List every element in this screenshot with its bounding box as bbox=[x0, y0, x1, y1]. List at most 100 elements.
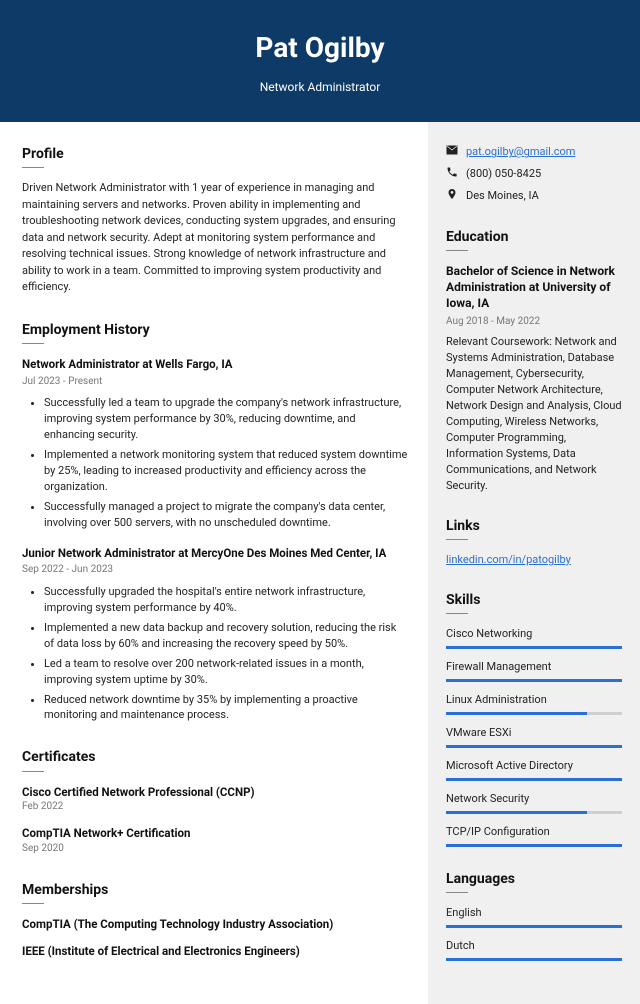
certificate-date: Sep 2020 bbox=[22, 842, 408, 857]
skill-entry: Cisco Networking bbox=[446, 626, 622, 649]
job-title: Junior Network Administrator at MercyOne… bbox=[22, 545, 408, 562]
heading-underline bbox=[446, 613, 468, 614]
resume-body: Profile Driven Network Administrator wit… bbox=[0, 122, 640, 1004]
skill-name: Cisco Networking bbox=[446, 626, 622, 642]
contact-location: Des Moines, IA bbox=[466, 188, 539, 204]
section-heading: Profile bbox=[22, 144, 408, 164]
contact-email[interactable]: pat.ogilby@gmail.com bbox=[466, 144, 575, 160]
skill-bar bbox=[446, 712, 622, 715]
certificate-entry: CompTIA Network+ Certification Sep 2020 bbox=[22, 825, 408, 856]
skill-entry: Dutch bbox=[446, 938, 622, 961]
job-dates: Jul 2023 - Present bbox=[22, 375, 408, 390]
skill-entry: Linux Administration bbox=[446, 692, 622, 715]
skill-bar bbox=[446, 745, 622, 748]
bullet-item: Led a team to resolve over 200 network-r… bbox=[44, 656, 408, 688]
skill-bar-fill bbox=[446, 778, 622, 781]
skill-bar-fill bbox=[446, 925, 622, 928]
job-bullets: Successfully led a team to upgrade the c… bbox=[22, 395, 408, 531]
contact-email-row: pat.ogilby@gmail.com bbox=[446, 144, 622, 161]
skill-name: Microsoft Active Directory bbox=[446, 758, 622, 774]
skill-entry: VMware ESXi bbox=[446, 725, 622, 748]
certificate-title: CompTIA Network+ Certification bbox=[22, 825, 408, 842]
skill-bar bbox=[446, 844, 622, 847]
skill-name: VMware ESXi bbox=[446, 725, 622, 741]
bullet-item: Implemented a new data backup and recove… bbox=[44, 620, 408, 652]
education-degree: Bachelor of Science in Network Administr… bbox=[446, 263, 622, 312]
heading-underline bbox=[446, 250, 468, 251]
education-dates: Aug 2018 - May 2022 bbox=[446, 315, 622, 330]
bullet-item: Successfully managed a project to migrat… bbox=[44, 499, 408, 531]
contact-location-row: Des Moines, IA bbox=[446, 188, 622, 205]
heading-underline bbox=[446, 539, 468, 540]
sidebar-column: pat.ogilby@gmail.com (800) 050-8425 Des … bbox=[428, 122, 640, 1004]
section-heading: Certificates bbox=[22, 747, 408, 767]
location-icon bbox=[446, 188, 458, 205]
education-text: Relevant Coursework: Network and Systems… bbox=[446, 334, 622, 493]
languages-section: Languages English Dutch bbox=[446, 869, 622, 961]
skill-bar-fill bbox=[446, 679, 622, 682]
skill-entry: Firewall Management bbox=[446, 659, 622, 682]
section-heading: Skills bbox=[446, 590, 622, 610]
skill-entry: Network Security bbox=[446, 791, 622, 814]
section-heading: Languages bbox=[446, 869, 622, 889]
certificates-section: Certificates Cisco Certified Network Pro… bbox=[22, 747, 408, 856]
certificate-title: Cisco Certified Network Professional (CC… bbox=[22, 784, 408, 801]
job-dates: Sep 2022 - Jun 2023 bbox=[22, 563, 408, 578]
profile-text: Driven Network Administrator with 1 year… bbox=[22, 180, 408, 296]
heading-underline bbox=[22, 771, 44, 772]
phone-icon bbox=[446, 166, 458, 183]
skill-entry: Microsoft Active Directory bbox=[446, 758, 622, 781]
contact-section: pat.ogilby@gmail.com (800) 050-8425 Des … bbox=[446, 144, 622, 205]
skill-bar-fill bbox=[446, 958, 622, 961]
contact-phone: (800) 050-8425 bbox=[466, 166, 541, 182]
job-entry: Network Administrator at Wells Fargo, IA… bbox=[22, 356, 408, 531]
job-title: Network Administrator at Wells Fargo, IA bbox=[22, 356, 408, 373]
membership-title: IEEE (Institute of Electrical and Electr… bbox=[22, 943, 408, 960]
skills-section: Skills Cisco Networking Firewall Manageme… bbox=[446, 590, 622, 847]
section-heading: Memberships bbox=[22, 880, 408, 900]
skill-bar bbox=[446, 679, 622, 682]
resume-header: Pat Ogilby Network Administrator bbox=[0, 0, 640, 122]
skill-bar-fill bbox=[446, 745, 622, 748]
skill-bar-fill bbox=[446, 844, 622, 847]
skill-name: TCP/IP Configuration bbox=[446, 824, 622, 840]
skill-name: Dutch bbox=[446, 938, 622, 954]
section-heading: Links bbox=[446, 516, 622, 536]
certificate-date: Feb 2022 bbox=[22, 800, 408, 815]
certificate-entry: Cisco Certified Network Professional (CC… bbox=[22, 784, 408, 815]
person-name: Pat Ogilby bbox=[20, 28, 620, 69]
person-title: Network Administrator bbox=[20, 79, 620, 96]
skill-bar bbox=[446, 958, 622, 961]
skill-name: Firewall Management bbox=[446, 659, 622, 675]
bullet-item: Reduced network downtime by 35% by imple… bbox=[44, 692, 408, 724]
skill-bar bbox=[446, 778, 622, 781]
skill-bar-fill bbox=[446, 712, 587, 715]
skill-bar-fill bbox=[446, 646, 622, 649]
section-heading: Employment History bbox=[22, 320, 408, 340]
skill-entry: English bbox=[446, 905, 622, 928]
skill-entry: TCP/IP Configuration bbox=[446, 824, 622, 847]
heading-underline bbox=[446, 892, 468, 893]
skill-bar-fill bbox=[446, 811, 587, 814]
main-column: Profile Driven Network Administrator wit… bbox=[0, 122, 428, 1004]
section-heading: Education bbox=[446, 227, 622, 247]
skill-bar bbox=[446, 646, 622, 649]
skill-name: Network Security bbox=[446, 791, 622, 807]
skill-name: English bbox=[446, 905, 622, 921]
heading-underline bbox=[22, 903, 44, 904]
membership-entry: CompTIA (The Computing Technology Indust… bbox=[22, 916, 408, 933]
email-icon bbox=[446, 144, 458, 161]
skill-bar bbox=[446, 925, 622, 928]
bullet-item: Implemented a network monitoring system … bbox=[44, 447, 408, 495]
bullet-item: Successfully led a team to upgrade the c… bbox=[44, 395, 408, 443]
contact-phone-row: (800) 050-8425 bbox=[446, 166, 622, 183]
membership-entry: IEEE (Institute of Electrical and Electr… bbox=[22, 943, 408, 960]
bullet-item: Successfully upgraded the hospital's ent… bbox=[44, 584, 408, 616]
job-bullets: Successfully upgraded the hospital's ent… bbox=[22, 584, 408, 724]
skill-name: Linux Administration bbox=[446, 692, 622, 708]
profile-section: Profile Driven Network Administrator wit… bbox=[22, 144, 408, 296]
heading-underline bbox=[22, 343, 44, 344]
membership-title: CompTIA (The Computing Technology Indust… bbox=[22, 916, 408, 933]
linkedin-link[interactable]: linkedin.com/in/patogilby bbox=[446, 553, 571, 566]
employment-section: Employment History Network Administrator… bbox=[22, 320, 408, 724]
